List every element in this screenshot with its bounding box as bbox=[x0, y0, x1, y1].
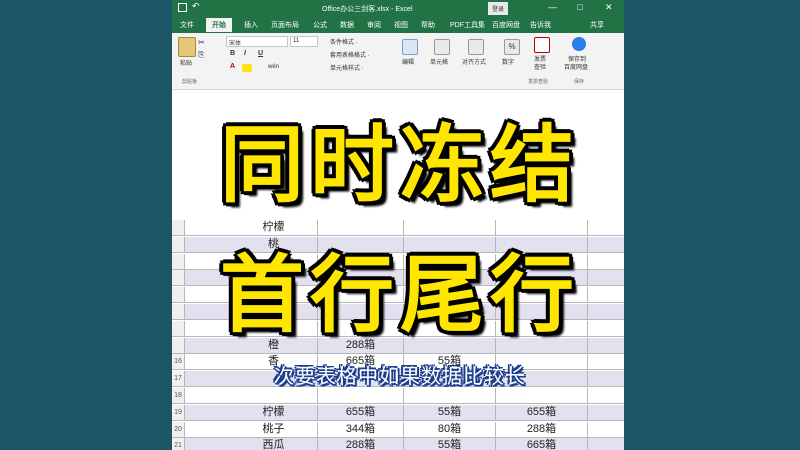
table-cell[interactable]: 655箱 bbox=[318, 404, 404, 420]
table-cell[interactable]: 344箱 bbox=[318, 421, 404, 437]
table-cell[interactable]: 288箱 bbox=[318, 438, 404, 450]
title-bar: ↶ Office办公三剑客.xlsx - Excel 登录 — □ ✕ bbox=[172, 0, 624, 16]
table-cell[interactable] bbox=[230, 388, 318, 403]
cells-icon[interactable] bbox=[434, 39, 450, 55]
alignment-button[interactable]: 对齐方式 bbox=[462, 57, 486, 66]
subtitle-caption: 次要表格中如果数据比较长 bbox=[274, 364, 526, 388]
font-name-select[interactable]: 宋体 bbox=[226, 36, 288, 47]
table-cell[interactable]: 柠檬 bbox=[230, 404, 318, 420]
row-header[interactable]: 19 bbox=[172, 404, 185, 420]
table-cell[interactable]: 桃子 bbox=[230, 421, 318, 437]
ribbon-tabs: 文件 开始 插入 页面布局 公式 数据 审阅 视图 帮助 PDF工具集 百度网盘… bbox=[172, 16, 624, 33]
headline-line-1: 同时冻结 bbox=[219, 116, 580, 214]
tab-home[interactable]: 开始 bbox=[206, 18, 232, 32]
table-format-button[interactable]: 套用表格格式 · bbox=[330, 50, 370, 59]
maximize-icon[interactable]: □ bbox=[577, 2, 582, 12]
tab-page-layout[interactable]: 页面布局 bbox=[271, 20, 299, 30]
cells-button[interactable]: 单元格 bbox=[430, 57, 448, 66]
paste-icon[interactable] bbox=[178, 37, 196, 57]
tab-baidu-netdisk[interactable]: 百度网盘 bbox=[492, 20, 520, 30]
font-size-select[interactable]: 11 bbox=[290, 36, 318, 47]
minimize-icon[interactable]: — bbox=[548, 2, 557, 12]
table-cell[interactable] bbox=[496, 388, 588, 403]
cut-icon[interactable]: ✂ bbox=[198, 38, 205, 47]
table-row: 18 bbox=[172, 388, 624, 404]
font-color-icon[interactable]: A bbox=[230, 63, 235, 70]
cell-style-button[interactable]: 单元格样式 · bbox=[330, 63, 364, 72]
tab-pdf-tools[interactable]: PDF工具集 bbox=[450, 20, 485, 30]
table-row: 19 柠檬 655箱 55箱 655箱 bbox=[172, 404, 624, 421]
table-row: 21 西瓜 288箱 55箱 665箱 bbox=[172, 438, 624, 450]
paste-label[interactable]: 粘贴 bbox=[180, 58, 192, 67]
phonetic-button[interactable]: wén bbox=[268, 64, 279, 70]
save-icon[interactable] bbox=[178, 3, 187, 12]
tab-review[interactable]: 审阅 bbox=[367, 20, 381, 30]
baidu-netdisk-icon[interactable] bbox=[572, 37, 586, 51]
italic-button[interactable]: I bbox=[244, 50, 246, 57]
invoice-check-label-2[interactable]: 查验 bbox=[534, 62, 546, 71]
share-button[interactable]: 共享 bbox=[590, 20, 604, 30]
table-cell[interactable]: 665箱 bbox=[496, 438, 588, 450]
underline-button[interactable]: U bbox=[258, 50, 263, 57]
tab-file[interactable]: 文件 bbox=[180, 20, 194, 30]
bold-button[interactable]: B bbox=[230, 50, 235, 57]
table-cell[interactable]: 80箱 bbox=[404, 421, 496, 437]
copy-icon[interactable]: ⎘ bbox=[198, 50, 204, 60]
tab-formulas[interactable]: 公式 bbox=[313, 20, 327, 30]
table-cell[interactable]: 655箱 bbox=[496, 404, 588, 420]
row-header[interactable]: 20 bbox=[172, 421, 185, 437]
close-icon[interactable]: ✕ bbox=[605, 2, 613, 13]
group-save: 保存 bbox=[574, 79, 585, 85]
editing-icon[interactable] bbox=[402, 39, 418, 55]
tab-view[interactable]: 视图 bbox=[394, 20, 408, 30]
row-header[interactable]: 18 bbox=[172, 388, 185, 403]
table-cell[interactable] bbox=[318, 388, 404, 403]
group-clipboard: 剪贴板 bbox=[182, 79, 198, 85]
table-cell[interactable]: 288箱 bbox=[496, 421, 588, 437]
tab-help[interactable]: 帮助 bbox=[421, 20, 435, 30]
table-cell[interactable] bbox=[404, 388, 496, 403]
ribbon: 粘贴 ✂ ⎘ 剪贴板 宋体 11 B I U A wén 条件格式 · 套用表格… bbox=[172, 33, 624, 90]
row-header[interactable]: 21 bbox=[172, 438, 185, 450]
save-to-label-2[interactable]: 百度网盘 bbox=[564, 62, 588, 71]
window-title: Office办公三剑客.xlsx - Excel bbox=[322, 6, 413, 13]
table-cell[interactable]: 55箱 bbox=[404, 438, 496, 450]
percent-icon[interactable]: % bbox=[504, 39, 520, 55]
conditional-format-button[interactable]: 条件格式 · bbox=[330, 37, 358, 46]
login-button[interactable]: 登录 bbox=[488, 2, 509, 15]
number-button[interactable]: 数字 bbox=[502, 57, 514, 66]
undo-icon[interactable]: ↶ bbox=[192, 1, 200, 12]
editing-button[interactable]: 编辑 bbox=[402, 57, 414, 66]
alignment-icon[interactable] bbox=[468, 39, 484, 55]
table-cell[interactable]: 55箱 bbox=[404, 404, 496, 420]
table-row: 20 桃子 344箱 80箱 288箱 bbox=[172, 421, 624, 438]
invoice-check-icon[interactable] bbox=[534, 37, 550, 53]
tab-data[interactable]: 数据 bbox=[340, 20, 354, 30]
headline-line-2: 首行尾行 bbox=[219, 246, 580, 344]
tab-insert[interactable]: 插入 bbox=[244, 20, 258, 30]
group-invoice-check: 发票查验 bbox=[528, 79, 549, 85]
fill-color-icon[interactable] bbox=[242, 64, 252, 72]
table-cell[interactable]: 西瓜 bbox=[230, 438, 318, 450]
tell-me-search[interactable]: 告诉我 bbox=[530, 20, 551, 30]
